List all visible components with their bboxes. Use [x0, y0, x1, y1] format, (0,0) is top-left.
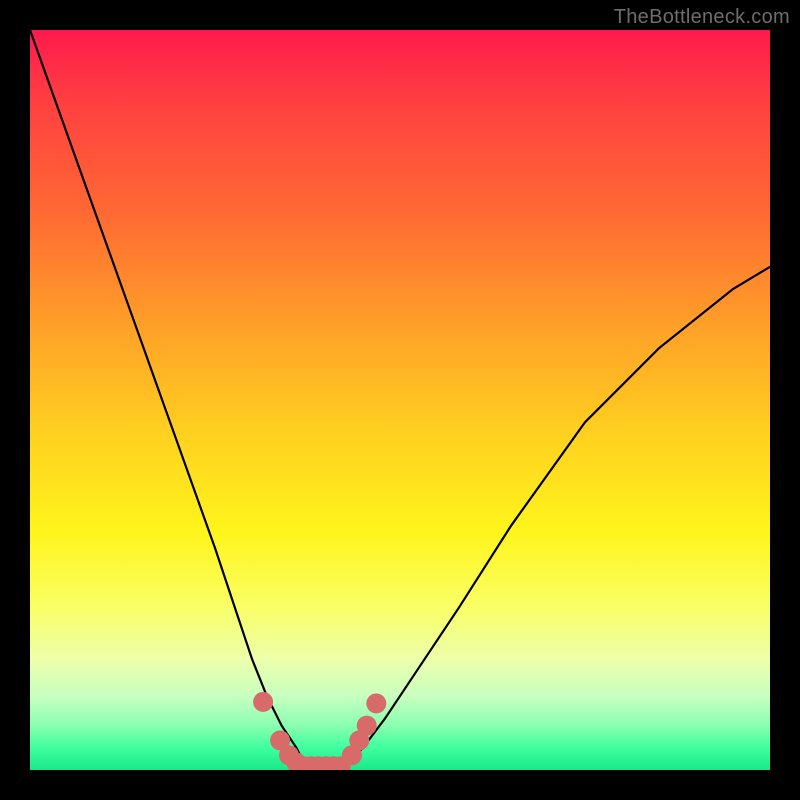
marker-dot	[366, 693, 386, 713]
bottleneck-curve	[30, 30, 770, 770]
marker-dot	[357, 716, 377, 736]
marker-dot	[253, 692, 273, 712]
chart-frame: TheBottleneck.com	[0, 0, 800, 800]
watermark-text: TheBottleneck.com	[614, 6, 790, 29]
bottom-marker-group	[253, 692, 386, 770]
plot-area	[30, 30, 770, 770]
chart-svg	[30, 30, 770, 770]
